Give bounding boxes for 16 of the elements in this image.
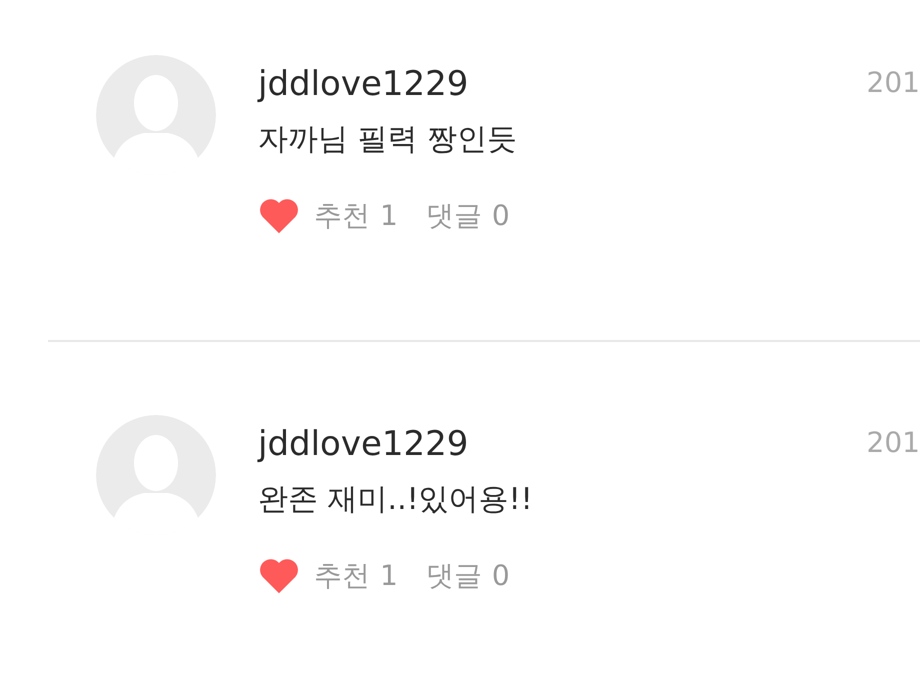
author-name: jddlove1229 [258,427,468,461]
replies-count: 0 [492,202,510,230]
replies-label[interactable]: 댓글 [426,202,482,230]
heart-icon[interactable] [258,557,300,595]
likes-label: 추천 [314,202,370,230]
likes-count: 1 [380,562,398,590]
replies-count: 0 [492,562,510,590]
comment-text: 자까님 필력 짱인듯 [258,125,518,155]
likes-count: 1 [380,202,398,230]
comment-date: 201 [866,429,920,457]
comment-text: 완존 재미..!있어용!! [258,485,534,515]
author-name: jddlove1229 [258,67,468,101]
likes-label: 추천 [314,562,370,590]
heart-icon[interactable] [258,197,300,235]
replies-label[interactable]: 댓글 [426,562,482,590]
comment-date: 201 [866,69,920,97]
